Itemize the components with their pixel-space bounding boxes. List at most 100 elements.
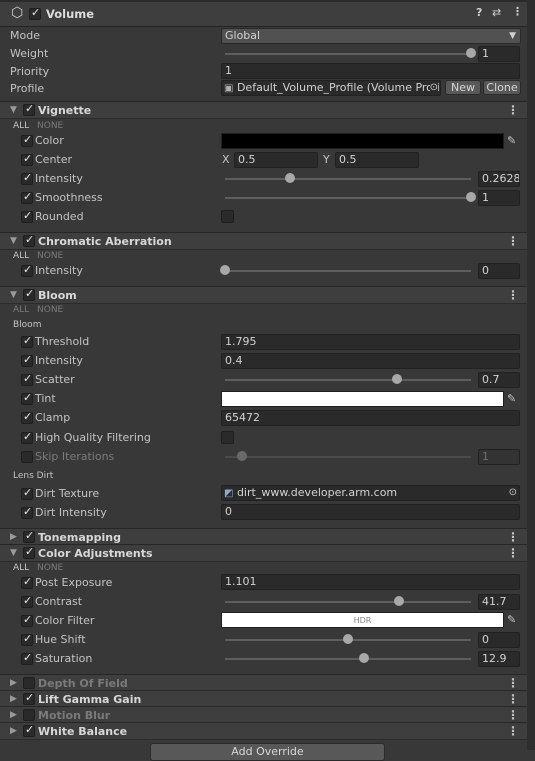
chromatic-menu-icon[interactable]: ⋮ — [507, 234, 519, 248]
color-adjustments-all-toggle[interactable]: ALL — [13, 563, 29, 573]
object-picker-icon[interactable]: ⊙ — [509, 486, 517, 500]
center-y-label[interactable]: Y — [323, 153, 330, 166]
chromatic-enabled-checkbox[interactable]: ✓ — [23, 233, 35, 247]
vignette-header[interactable]: ▼ ✓ Vignette ⋮ — [0, 101, 535, 119]
center-x-label[interactable]: X — [222, 153, 230, 166]
collapse-triangle-icon[interactable]: ▶ — [10, 694, 17, 704]
expand-triangle-icon[interactable]: ▼ — [10, 548, 17, 558]
tonemapping-menu-icon[interactable]: ⋮ — [507, 530, 519, 544]
color-adjustments-enabled-checkbox[interactable]: ✓ — [23, 545, 35, 559]
vignette-center-override-checkbox[interactable]: ✓ — [21, 152, 33, 166]
bloom-none-toggle[interactable]: NONE — [37, 305, 63, 315]
lift-gamma-gain-menu-icon[interactable]: ⋮ — [507, 692, 519, 706]
bloom-scatter-input[interactable]: 0.7 — [478, 372, 520, 388]
bloom-menu-icon[interactable]: ⋮ — [507, 288, 519, 302]
vignette-smoothness-input[interactable]: 1 — [478, 190, 520, 206]
saturation-input[interactable]: 12.9 — [478, 651, 520, 667]
bloom-hq-override-checkbox[interactable]: ✓ — [21, 430, 33, 444]
color-adjustments-none-toggle[interactable]: NONE — [37, 563, 63, 573]
tonemapping-enabled-checkbox[interactable]: ✓ — [23, 529, 35, 543]
motion-blur-enabled-checkbox[interactable] — [23, 709, 35, 721]
vignette-enabled-checkbox[interactable]: ✓ — [23, 102, 35, 116]
bloom-all-toggle[interactable]: ALL — [13, 305, 29, 315]
collapse-triangle-icon[interactable]: ▶ — [10, 678, 17, 688]
chromatic-intensity-input[interactable]: 0 — [478, 263, 520, 279]
bloom-threshold-override-checkbox[interactable]: ✓ — [21, 334, 33, 348]
bloom-scatter-override-checkbox[interactable]: ✓ — [21, 372, 33, 386]
clone-profile-button[interactable]: Clone — [483, 80, 521, 95]
expand-triangle-icon[interactable]: ▼ — [10, 236, 17, 246]
lift-gamma-gain-enabled-checkbox[interactable]: ✓ — [23, 691, 35, 705]
help-icon[interactable]: ? — [476, 6, 482, 19]
bloom-scatter-slider-handle[interactable] — [392, 374, 403, 384]
center-y-input[interactable]: 0.5 — [335, 152, 419, 168]
white-balance-header[interactable]: ▶ ✓ White Balance ⋮ — [0, 722, 535, 740]
mode-dropdown[interactable]: Global ▼ — [221, 28, 521, 44]
saturation-slider-handle[interactable] — [358, 653, 369, 663]
color-filter-override-checkbox[interactable]: ✓ — [21, 613, 33, 627]
bloom-scatter-slider-track[interactable] — [225, 379, 471, 381]
vignette-rounded-checkbox[interactable] — [221, 210, 234, 223]
chromatic-none-toggle[interactable]: NONE — [37, 251, 63, 261]
chromatic-intensity-slider-handle[interactable] — [220, 265, 230, 275]
vignette-smoothness-override-checkbox[interactable]: ✓ — [21, 190, 33, 204]
vignette-intensity-slider-handle[interactable] — [284, 173, 295, 183]
vignette-color-override-checkbox[interactable]: ✓ — [21, 133, 33, 147]
object-picker-icon[interactable]: ⊙ — [429, 81, 438, 95]
bloom-threshold-input[interactable]: 1.795 — [221, 334, 520, 350]
inspector-scrollbar[interactable] — [527, 0, 535, 750]
eyedropper-icon[interactable]: ✎ — [507, 134, 516, 147]
saturation-slider-track[interactable] — [225, 658, 471, 660]
post-exposure-override-checkbox[interactable]: ✓ — [21, 575, 33, 589]
new-profile-button[interactable]: New — [445, 80, 481, 95]
center-x-input[interactable]: 0.5 — [234, 152, 318, 168]
vignette-intensity-input[interactable]: 0.2628 — [478, 171, 520, 187]
collapse-triangle-icon[interactable]: ▶ — [10, 726, 17, 736]
contrast-input[interactable]: 41.7 — [478, 594, 520, 610]
dirt-texture-object-field[interactable]: ◩ dirt_www.developer.arm.com ⊙ — [221, 485, 520, 501]
color-adjustments-header[interactable]: ▼ ✓ Color Adjustments ⋮ — [0, 544, 535, 562]
motion-blur-menu-icon[interactable]: ⋮ — [507, 708, 519, 722]
chromatic-all-toggle[interactable]: ALL — [13, 251, 29, 261]
post-exposure-input[interactable]: 1.101 — [221, 574, 520, 590]
vignette-color-swatch[interactable] — [221, 133, 504, 149]
volume-enabled-checkbox[interactable]: ✓ — [29, 6, 41, 20]
vignette-intensity-override-checkbox[interactable]: ✓ — [21, 171, 33, 185]
depth-of-field-enabled-checkbox[interactable] — [23, 677, 35, 689]
expand-triangle-icon[interactable]: ▼ — [10, 290, 17, 300]
vignette-none-toggle[interactable]: NONE — [37, 121, 63, 131]
eyedropper-icon[interactable]: ✎ — [507, 392, 516, 405]
contrast-slider-track[interactable] — [225, 601, 471, 603]
chromatic-intensity-slider-track[interactable] — [225, 270, 471, 272]
vignette-rounded-override-checkbox[interactable]: ✓ — [21, 209, 33, 223]
collapse-triangle-icon[interactable]: ▶ — [10, 710, 17, 720]
weight-slider-track[interactable] — [225, 53, 471, 55]
bloom-clamp-input[interactable]: 65472 — [221, 410, 520, 426]
vignette-intensity-slider-track[interactable] — [225, 178, 471, 180]
chromatic-intensity-override-checkbox[interactable]: ✓ — [21, 263, 33, 277]
bloom-tint-swatch[interactable] — [221, 391, 504, 407]
contrast-slider-handle[interactable] — [394, 596, 405, 606]
white-balance-menu-icon[interactable]: ⋮ — [507, 724, 519, 738]
hue-shift-slider-handle[interactable] — [343, 634, 353, 644]
presets-icon[interactable]: ⇄ — [492, 6, 501, 19]
bloom-hq-checkbox[interactable] — [221, 431, 234, 444]
bloom-enabled-checkbox[interactable]: ✓ — [23, 287, 35, 301]
hue-shift-input[interactable]: 0 — [478, 632, 520, 648]
bloom-header[interactable]: ▼ ✓ Bloom ⋮ — [0, 286, 535, 304]
dirt-intensity-override-checkbox[interactable]: ✓ — [21, 505, 33, 519]
bloom-intensity-input[interactable]: 0.4 — [221, 353, 520, 369]
vignette-menu-icon[interactable]: ⋮ — [507, 103, 519, 117]
add-override-button[interactable]: Add Override — [150, 743, 385, 761]
vignette-smoothness-slider-track[interactable] — [225, 197, 471, 199]
component-menu-icon[interactable]: ⋮ — [512, 5, 523, 18]
vignette-smoothness-slider-handle[interactable] — [466, 192, 476, 202]
contrast-override-checkbox[interactable]: ✓ — [21, 594, 33, 608]
eyedropper-icon[interactable]: ✎ — [507, 613, 516, 626]
profile-object-field[interactable]: ▣ Default_Volume_Profile (Volume Profile… — [221, 80, 441, 96]
vignette-all-toggle[interactable]: ALL — [13, 121, 29, 131]
collapse-triangle-icon[interactable]: ▶ — [10, 532, 17, 542]
chromatic-aberration-header[interactable]: ▼ ✓ Chromatic Aberration ⋮ — [0, 232, 535, 250]
bloom-intensity-override-checkbox[interactable]: ✓ — [21, 353, 33, 367]
dirt-intensity-input[interactable]: 0 — [221, 504, 520, 520]
